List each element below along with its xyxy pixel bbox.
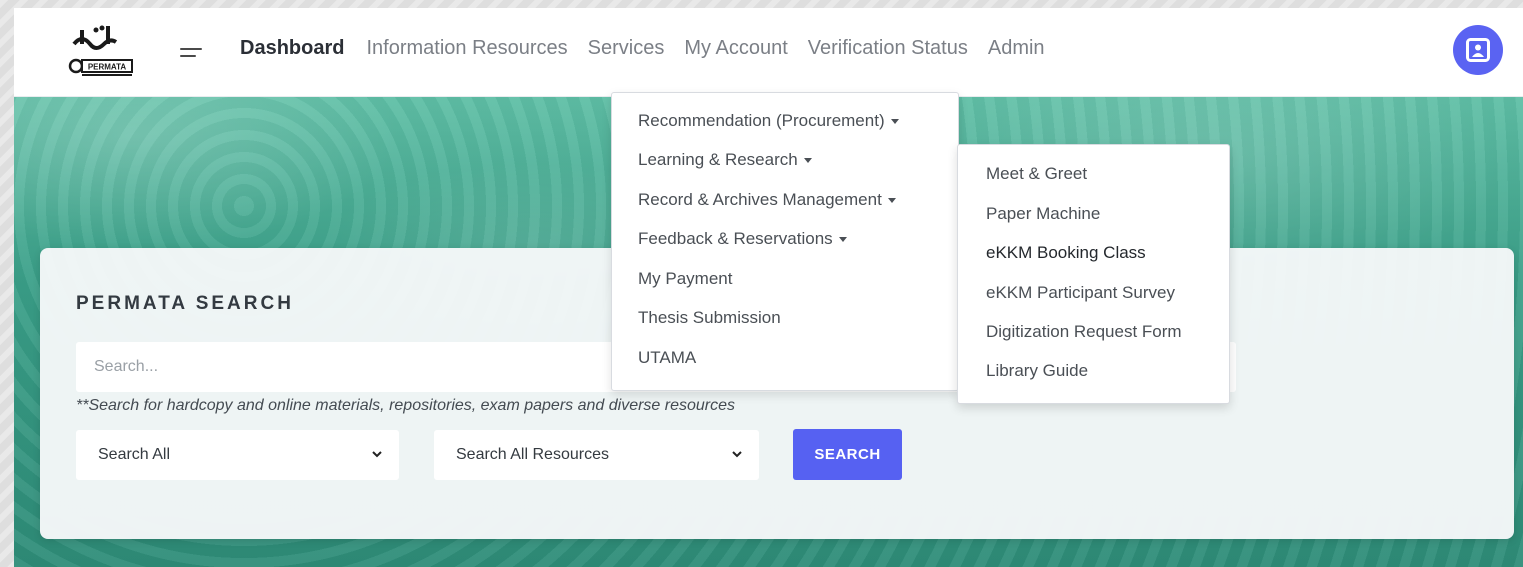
nav-services[interactable]: Services [588, 35, 665, 61]
menu-item-learning-research[interactable]: Learning & Research [638, 150, 812, 170]
logo-graphic-icon: PERMATA [68, 25, 133, 76]
menu-item-label: Recommendation (Procurement) [638, 111, 885, 130]
chevron-down-icon [372, 451, 382, 458]
menu-item-my-payment[interactable]: My Payment [638, 269, 732, 289]
user-avatar-button[interactable] [1453, 25, 1503, 75]
learning-research-submenu: Meet & Greet Paper Machine eKKM Booking … [957, 144, 1230, 404]
permata-logo[interactable]: PERMATA [60, 22, 138, 80]
menu-item-label: Learning & Research [638, 150, 798, 169]
submenu-item-meet-greet[interactable]: Meet & Greet [986, 164, 1087, 184]
top-navbar: PERMATA Dashboard Information Resources … [14, 8, 1523, 97]
nav-my-account[interactable]: My Account [684, 35, 787, 61]
search-card-title: PERMATA SEARCH [76, 293, 294, 314]
user-profile-icon [1466, 38, 1490, 62]
search-hint: **Search for hardcopy and online materia… [76, 397, 736, 414]
main-nav: Dashboard Information Resources Services… [240, 35, 1067, 61]
nav-admin[interactable]: Admin [988, 35, 1045, 61]
search-button[interactable]: SEARCH [793, 429, 902, 480]
search-scope-value: Search All [98, 446, 171, 463]
caret-down-icon [803, 158, 812, 164]
search-scope-select[interactable]: Search All [76, 430, 399, 480]
nav-dashboard[interactable]: Dashboard [240, 35, 344, 61]
nav-information-resources[interactable]: Information Resources [366, 35, 567, 61]
menu-item-label: Record & Archives Management [638, 190, 882, 209]
submenu-item-digitization-request[interactable]: Digitization Request Form [986, 322, 1182, 342]
submenu-item-library-guide[interactable]: Library Guide [986, 361, 1088, 381]
nav-verification-status[interactable]: Verification Status [808, 35, 968, 61]
menu-item-feedback-reservations[interactable]: Feedback & Reservations [638, 229, 847, 249]
chevron-down-icon [732, 451, 742, 458]
menu-item-label: Feedback & Reservations [638, 229, 833, 248]
menu-item-thesis-submission[interactable]: Thesis Submission [638, 308, 781, 328]
hamburger-icon[interactable] [180, 44, 208, 62]
services-dropdown-menu: Recommendation (Procurement) Learning & … [611, 92, 959, 391]
submenu-item-ekkm-participant-survey[interactable]: eKKM Participant Survey [986, 283, 1175, 303]
resource-type-value: Search All Resources [456, 446, 609, 463]
menu-item-recommendation[interactable]: Recommendation (Procurement) [638, 111, 899, 131]
logo-label: PERMATA [88, 63, 127, 72]
menu-item-records-archives[interactable]: Record & Archives Management [638, 190, 896, 210]
menu-item-utama[interactable]: UTAMA [638, 348, 696, 368]
caret-down-icon [887, 198, 896, 204]
caret-down-icon [838, 237, 847, 243]
submenu-item-ekkm-booking-class[interactable]: eKKM Booking Class [986, 243, 1146, 263]
submenu-item-paper-machine[interactable]: Paper Machine [986, 204, 1100, 224]
caret-down-icon [890, 119, 899, 125]
resource-type-select[interactable]: Search All Resources [434, 430, 759, 480]
app-window: PERMATA Dashboard Information Resources … [14, 8, 1523, 567]
